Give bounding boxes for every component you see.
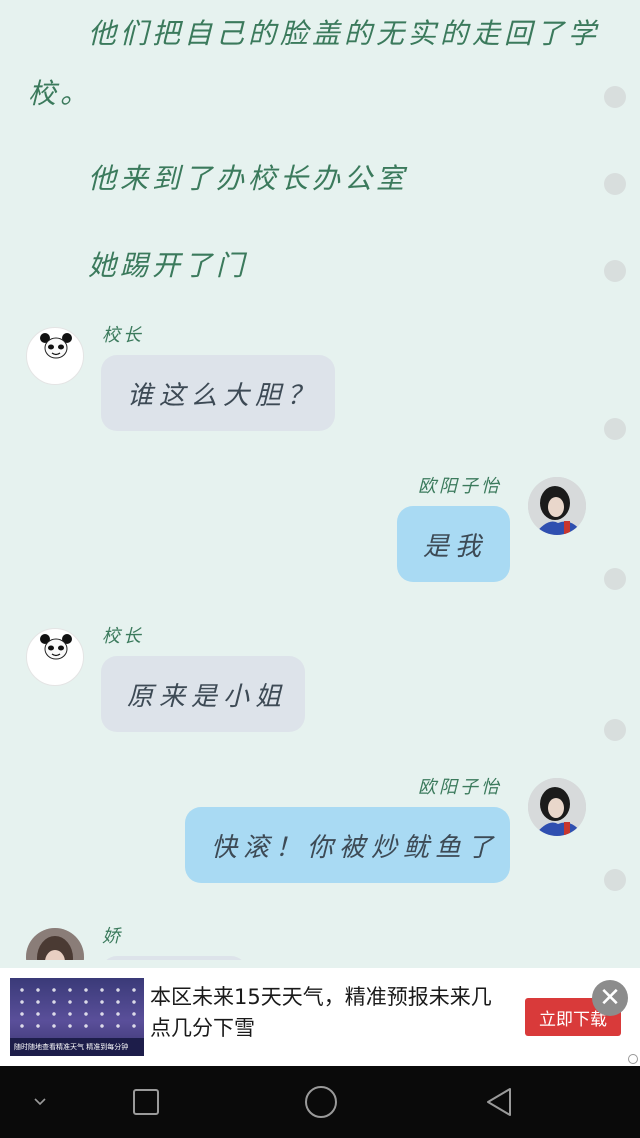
panda-meme-avatar[interactable]: [26, 327, 84, 385]
sender-name: 校长: [102, 626, 144, 647]
sender-name: 欧阳子怡: [418, 777, 502, 798]
narration-line-2: 校。: [28, 77, 93, 110]
recent-apps-icon[interactable]: [126, 1066, 166, 1138]
sender-name: 娇: [102, 926, 123, 947]
ad-info-icon[interactable]: [628, 1054, 638, 1064]
message-bubble[interactable]: 原来是小姐: [101, 656, 305, 732]
ad-thumbnail[interactable]: 随时随地查看精准天气 精准到每分钟: [10, 978, 144, 1056]
home-icon[interactable]: [300, 1066, 342, 1138]
girl-avatar[interactable]: [528, 778, 586, 836]
ad-thumb-caption: 随时随地查看精准天气 精准到每分钟: [10, 1038, 144, 1056]
back-icon[interactable]: [478, 1066, 520, 1138]
navigation-bar: [0, 1066, 640, 1138]
ad-banner[interactable]: 随时随地查看精准天气 精准到每分钟 本区未来15天天气，精准预报未来几点几分下雪…: [0, 968, 640, 1066]
narration-line-3: 他来到了办校长办公室: [88, 162, 409, 195]
message-bubble[interactable]: 是我: [397, 506, 510, 582]
weather-grid-graphic: [14, 984, 140, 1034]
girl-avatar[interactable]: [528, 477, 586, 535]
more-dot[interactable]: [604, 719, 626, 741]
message-bubble[interactable]: [101, 956, 247, 960]
more-dot[interactable]: [604, 260, 626, 282]
more-dot[interactable]: [604, 418, 626, 440]
panda-meme-avatar[interactable]: [26, 628, 84, 686]
close-icon[interactable]: ✕: [592, 980, 628, 1016]
sender-name: 校长: [102, 325, 144, 346]
more-dot[interactable]: [604, 173, 626, 195]
girl-photo-avatar[interactable]: [26, 928, 84, 960]
more-dot[interactable]: [604, 869, 626, 891]
sender-name: 欧阳子怡: [418, 476, 502, 497]
narration-line-1: 他们把自己的脸盖的无实的走回了学: [88, 17, 601, 50]
story-view[interactable]: 他们把自己的脸盖的无实的走回了学 校。 他来到了办校长办公室 她踢开了门 校长 …: [0, 0, 640, 960]
narration-line-4: 她踢开了门: [88, 249, 249, 282]
more-dot[interactable]: [604, 568, 626, 590]
ad-text[interactable]: 本区未来15天天气，精准预报未来几点几分下雪: [150, 982, 495, 1044]
more-dot[interactable]: [604, 86, 626, 108]
message-bubble[interactable]: 谁这么大胆？: [101, 355, 335, 431]
message-bubble[interactable]: 快滚！你被炒鱿鱼了: [185, 807, 510, 883]
chevron-down-icon[interactable]: [20, 1066, 60, 1138]
